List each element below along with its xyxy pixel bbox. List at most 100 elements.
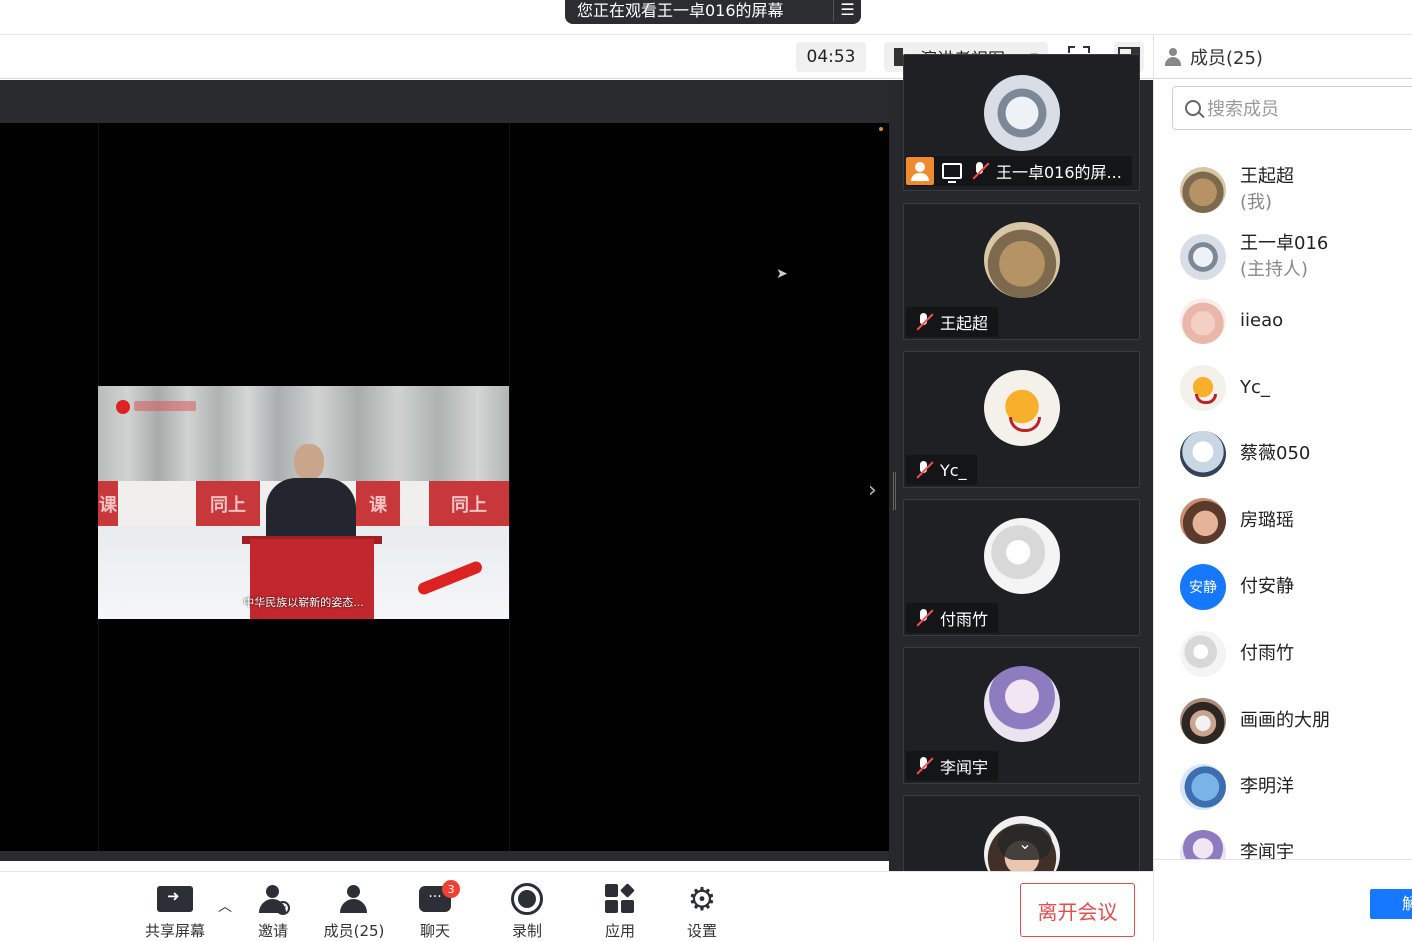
member-search-placeholder: 搜索成员: [1207, 99, 1279, 120]
member-name: iieao: [1240, 310, 1284, 331]
member-name: 王起超: [1240, 166, 1294, 187]
participant-tile[interactable]: Yc_: [903, 351, 1140, 488]
fish-avatar: [1180, 764, 1226, 810]
apps-button[interactable]: 应用: [580, 882, 660, 941]
member-list-item[interactable]: 付雨竹: [1180, 629, 1294, 679]
participant-tile-label: Yc_: [906, 455, 977, 485]
chat-unread-badge: 3: [442, 880, 460, 898]
share-screen-button[interactable]: 共享屏幕: [135, 882, 215, 941]
share-screen-icon: [157, 886, 193, 912]
member-list-item[interactable]: iieao: [1180, 296, 1283, 346]
member-list-item[interactable]: 房璐瑶: [1180, 496, 1294, 546]
chat-label: 聊天: [419, 922, 450, 940]
member-list-item[interactable]: 画画的大朋: [1180, 696, 1330, 746]
settings-button[interactable]: ⚙ 设置: [662, 882, 742, 941]
cat-avatar: [1180, 167, 1226, 213]
pink-avatar: [1180, 298, 1226, 344]
anime-avatar: [984, 666, 1060, 742]
record-label: 录制: [511, 922, 542, 940]
apps-icon: [605, 883, 635, 914]
shared-video[interactable]: 课 同上 课 同上 中华民族以崭新的姿态...: [98, 386, 509, 619]
viewing-notice-text: 您正在观看王一卓016的屏幕: [577, 1, 784, 20]
chat-button[interactable]: ··· 聊天: [395, 882, 475, 941]
member-name: 王一卓016: [1240, 233, 1329, 254]
chevron-up-icon[interactable]: ︿: [218, 896, 232, 916]
mic-muted-icon: [914, 460, 932, 480]
search-icon: [1185, 100, 1201, 116]
participant-tile-label: 李闻宇: [906, 751, 999, 781]
mouse-cursor-icon: ➤: [776, 266, 788, 282]
strip-resize-handle[interactable]: [893, 472, 896, 510]
member-list-item[interactable]: 李明洋: [1180, 762, 1294, 812]
settings-label: 设置: [686, 922, 717, 940]
cat-avatar: [984, 222, 1060, 298]
stage-bottom-bar: [0, 851, 889, 861]
member-name: 蔡薇050: [1240, 443, 1311, 464]
bottom-control-bar: 共享屏幕 + 邀请 成员(25) ··· 聊天 录制 应用: [0, 871, 1153, 941]
participant-tile[interactable]: 李闻宇: [903, 647, 1140, 784]
invite-button[interactable]: + 邀请: [233, 882, 313, 941]
record-button[interactable]: 录制: [487, 882, 567, 941]
mic-muted-icon: [914, 312, 932, 332]
banner-text: 课: [356, 481, 400, 526]
video-caption: 中华民族以崭新的姿态...: [243, 596, 364, 609]
participant-tile-label: 付雨竹: [906, 603, 999, 633]
panel-action-button[interactable]: 解: [1370, 889, 1412, 919]
member-list-item[interactable]: 王起超 (我): [1180, 165, 1294, 215]
participant-tile-label: 王一卓016的屏...: [906, 156, 1132, 186]
list-icon[interactable]: ☰: [833, 0, 861, 21]
invite-label: 邀请: [257, 922, 288, 940]
member-list-item[interactable]: 王一卓016 (主持人): [1180, 232, 1328, 282]
leave-meeting-button[interactable]: 离开会议: [1020, 883, 1135, 937]
broadcaster-logo-icon: [116, 400, 130, 414]
mic-muted-icon: [914, 756, 932, 776]
member-name: 李明洋: [1240, 776, 1294, 797]
scroll-down-icon[interactable]: ⌄: [998, 826, 1052, 860]
participant-name: 王一卓016的屏...: [996, 163, 1122, 182]
mic-muted-icon: [914, 608, 932, 628]
viewing-notice: 您正在观看王一卓016的屏幕 ☰: [565, 0, 861, 24]
screen-share-icon: [942, 163, 962, 183]
member-role: (主持人): [1240, 259, 1309, 280]
character-avatar: [1180, 431, 1226, 477]
paper-avatar: [1180, 631, 1226, 677]
record-icon: [511, 883, 543, 915]
participant-name: 王起超: [940, 314, 989, 333]
participant-tile[interactable]: 付雨竹: [903, 499, 1140, 636]
gear-icon: ⚙: [687, 880, 717, 918]
members-panel-title: 成员(25): [1190, 47, 1263, 69]
participant-name: 李闻宇: [940, 758, 989, 777]
indicator-dot: [879, 127, 883, 131]
participant-tile[interactable]: 王一卓016的屏...: [903, 54, 1140, 191]
broadcaster-logo-text: [134, 401, 196, 411]
member-name: 付安静: [1240, 576, 1294, 597]
mic-muted-icon: [970, 161, 988, 181]
participant-tile-label: 王起超: [906, 307, 999, 337]
smiley-avatar: [984, 370, 1060, 446]
member-name: 画画的大朋: [1240, 710, 1330, 731]
stage-top-bar: [0, 80, 889, 123]
participant-strip: 王一卓016的屏... 王起超 Yc_ 付雨竹 李闻宇: [889, 54, 1153, 932]
member-list-item[interactable]: 蔡薇050: [1180, 429, 1310, 479]
initials-avatar: 安静: [1180, 564, 1226, 610]
participant-name: 付雨竹: [940, 610, 989, 629]
paper-avatar: [984, 518, 1060, 594]
chevron-right-icon[interactable]: ›: [868, 478, 877, 503]
member-search-input[interactable]: 搜索成员: [1172, 86, 1412, 130]
mask-avatar: [1180, 698, 1226, 744]
meeting-timer: 04:53: [796, 42, 866, 72]
member-name: 房璐瑶: [1240, 510, 1294, 531]
member-role: (我): [1240, 192, 1273, 213]
stage-guide-line: [509, 123, 510, 851]
members-panel-header: 成员(25): [1153, 34, 1412, 79]
member-name: Yc_: [1240, 377, 1270, 398]
robot-avatar: [984, 75, 1060, 151]
banner-text: 课: [98, 481, 118, 526]
members-button[interactable]: 成员(25): [314, 882, 394, 941]
member-list-item[interactable]: 安静 付安静: [1180, 562, 1294, 612]
member-list-item[interactable]: Yc_: [1180, 363, 1270, 413]
members-label: 成员(25): [323, 922, 385, 940]
member-name: 付雨竹: [1240, 643, 1294, 664]
participant-tile[interactable]: 王起超: [903, 203, 1140, 340]
members-icon: [337, 883, 371, 915]
